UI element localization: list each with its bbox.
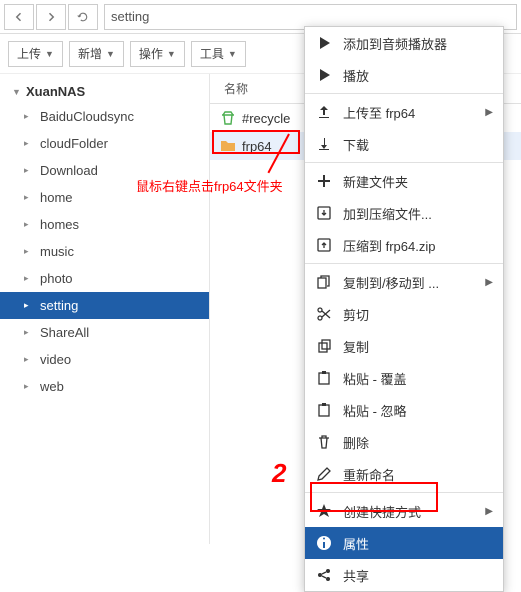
upload-icon bbox=[315, 103, 333, 121]
tree-item-label: music bbox=[40, 244, 74, 259]
folder-tree: ▼ XuanNAS ▸ BaiduCloudsync ▸ cloudFolder ▸ Do… bbox=[0, 74, 210, 544]
tree-item-label: home bbox=[40, 190, 73, 205]
star-icon bbox=[315, 502, 333, 520]
folder-icon bbox=[220, 138, 236, 154]
sidebar-item-photo[interactable]: ▸ photo bbox=[0, 265, 209, 292]
menu-play[interactable]: 播放 bbox=[305, 59, 503, 91]
chevron-right-icon: ▸ bbox=[24, 138, 34, 149]
sidebar-item-setting[interactable]: ▸ setting bbox=[0, 292, 209, 319]
chevron-right-icon: ▸ bbox=[24, 327, 34, 338]
chevron-right-icon: ▶ bbox=[485, 107, 493, 118]
sidebar-item-cloudfolder[interactable]: ▸ cloudFolder bbox=[0, 130, 209, 157]
sidebar-item-homes[interactable]: ▸ homes bbox=[0, 211, 209, 238]
menu-compress-to[interactable]: 压缩到 frp64.zip bbox=[305, 229, 503, 261]
archive-up-icon bbox=[315, 236, 333, 254]
chevron-right-icon: ▸ bbox=[24, 354, 34, 365]
menu-separator bbox=[305, 263, 503, 264]
sidebar-item-web[interactable]: ▸ web bbox=[0, 373, 209, 400]
menu-separator bbox=[305, 492, 503, 493]
sidebar-item-baiducloudsync[interactable]: ▸ BaiduCloudsync bbox=[0, 103, 209, 130]
tree-item-label: homes bbox=[40, 217, 79, 232]
chevron-right-icon: ▸ bbox=[24, 246, 34, 257]
chevron-right-icon: ▸ bbox=[24, 219, 34, 230]
tree-root[interactable]: ▼ XuanNAS bbox=[0, 80, 209, 103]
menu-cut[interactable]: 剪切 bbox=[305, 298, 503, 330]
upload-button[interactable]: 上传▼ bbox=[8, 41, 63, 67]
tree-item-label: web bbox=[40, 379, 64, 394]
tree-item-label: cloudFolder bbox=[40, 136, 108, 151]
menu-paste-skip[interactable]: 粘贴 - 忽略 bbox=[305, 394, 503, 426]
chevron-right-icon: ▶ bbox=[485, 506, 493, 517]
trash-icon bbox=[315, 433, 333, 451]
menu-copy[interactable]: 复制 bbox=[305, 330, 503, 362]
context-menu: 添加到音频播放器 播放 上传至 frp64 ▶ 下载 新建文件夹 加到压缩文件.… bbox=[304, 26, 504, 592]
chevron-down-icon: ▼ bbox=[12, 87, 22, 97]
menu-separator bbox=[305, 162, 503, 163]
chevron-right-icon: ▸ bbox=[24, 111, 34, 122]
paste-icon bbox=[315, 369, 333, 387]
menu-shortcut[interactable]: 创建快捷方式 ▶ bbox=[305, 495, 503, 527]
chevron-right-icon: ▸ bbox=[24, 165, 34, 176]
tree-item-label: Download bbox=[40, 163, 98, 178]
menu-separator bbox=[305, 93, 503, 94]
tree-item-label: video bbox=[40, 352, 71, 367]
sidebar-item-shareall[interactable]: ▸ ShareAll bbox=[0, 319, 209, 346]
download-icon bbox=[315, 135, 333, 153]
tree-item-label: BaiduCloudsync bbox=[40, 109, 134, 124]
chevron-right-icon: ▸ bbox=[24, 192, 34, 203]
chevron-right-icon: ▸ bbox=[24, 273, 34, 284]
chevron-right-icon: ▸ bbox=[24, 381, 34, 392]
operate-button[interactable]: 操作▼ bbox=[130, 41, 185, 67]
menu-add-archive[interactable]: 加到压缩文件... bbox=[305, 197, 503, 229]
sidebar-item-video[interactable]: ▸ video bbox=[0, 346, 209, 373]
tool-button[interactable]: 工具▼ bbox=[191, 41, 246, 67]
info-icon bbox=[315, 534, 333, 552]
recycle-icon bbox=[220, 110, 236, 126]
share-icon bbox=[315, 566, 333, 584]
menu-delete[interactable]: 删除 bbox=[305, 426, 503, 458]
file-name: frp64 bbox=[242, 139, 272, 154]
file-name: #recycle bbox=[242, 111, 290, 126]
tree-root-label: XuanNAS bbox=[26, 84, 85, 99]
tree-item-label: ShareAll bbox=[40, 325, 89, 340]
chevron-right-icon: ▸ bbox=[24, 300, 34, 311]
sidebar-item-music[interactable]: ▸ music bbox=[0, 238, 209, 265]
copy-move-icon bbox=[315, 273, 333, 291]
new-button[interactable]: 新增▼ bbox=[69, 41, 124, 67]
path-input[interactable] bbox=[111, 9, 510, 24]
menu-add-audio[interactable]: 添加到音频播放器 bbox=[305, 27, 503, 59]
tree-item-label: photo bbox=[40, 271, 73, 286]
menu-new-folder[interactable]: 新建文件夹 bbox=[305, 165, 503, 197]
paste-icon bbox=[315, 401, 333, 419]
tree-item-label: setting bbox=[40, 298, 78, 313]
copy-icon bbox=[315, 337, 333, 355]
menu-upload-to[interactable]: 上传至 frp64 ▶ bbox=[305, 96, 503, 128]
refresh-button[interactable] bbox=[68, 4, 98, 30]
sidebar-item-home[interactable]: ▸ home bbox=[0, 184, 209, 211]
play-icon bbox=[315, 34, 333, 52]
menu-download[interactable]: 下载 bbox=[305, 128, 503, 160]
menu-share[interactable]: 共享 bbox=[305, 559, 503, 591]
menu-rename[interactable]: 重新命名 bbox=[305, 458, 503, 490]
sidebar-item-download[interactable]: ▸ Download bbox=[0, 157, 209, 184]
pencil-icon bbox=[315, 465, 333, 483]
scissors-icon bbox=[315, 305, 333, 323]
archive-down-icon bbox=[315, 204, 333, 222]
menu-properties[interactable]: 属性 bbox=[305, 527, 503, 559]
plus-icon bbox=[315, 172, 333, 190]
chevron-right-icon: ▶ bbox=[485, 277, 493, 288]
play-icon bbox=[315, 66, 333, 84]
back-button[interactable] bbox=[4, 4, 34, 30]
forward-button[interactable] bbox=[36, 4, 66, 30]
menu-copy-move[interactable]: 复制到/移动到 ... ▶ bbox=[305, 266, 503, 298]
menu-paste-over[interactable]: 粘贴 - 覆盖 bbox=[305, 362, 503, 394]
